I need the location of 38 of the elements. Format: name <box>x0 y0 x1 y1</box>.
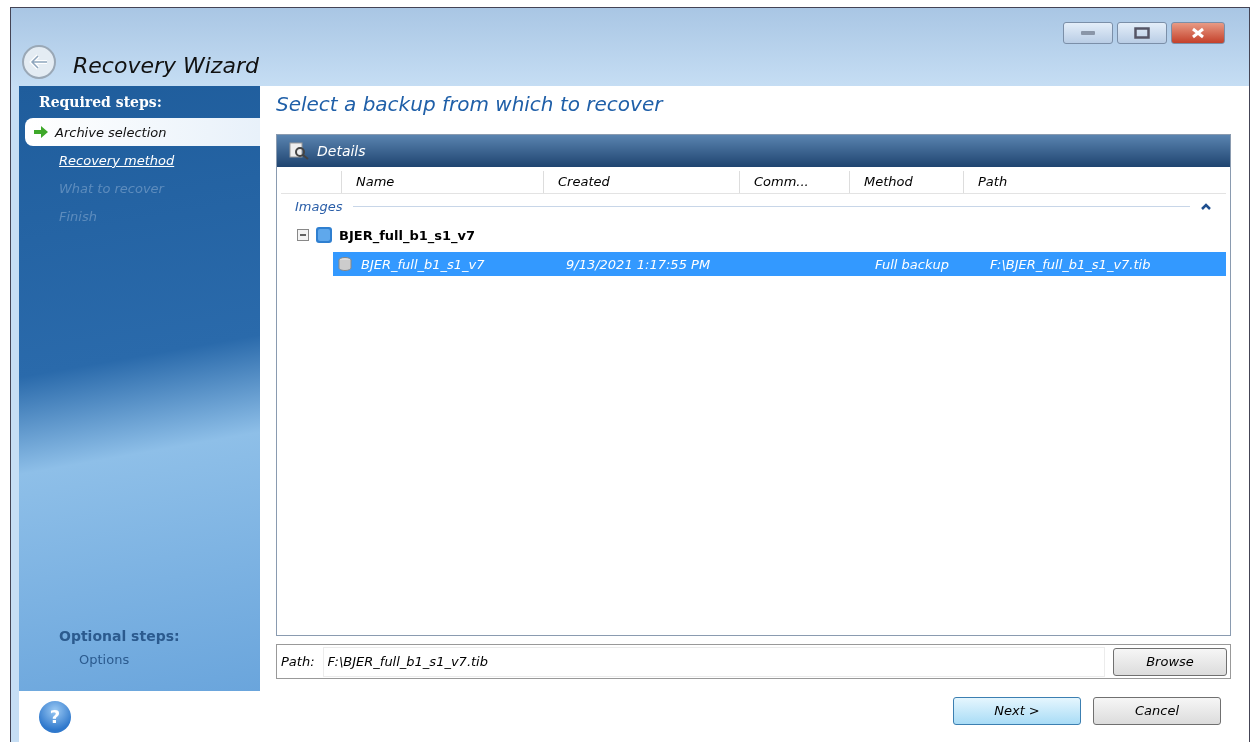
column-header[interactable]: Comm... <box>739 171 849 193</box>
table-cell-text: F:\BJER_full_b1_s1_v7.tib <box>989 256 1152 272</box>
wizard-step: Finish <box>19 202 260 230</box>
column-header[interactable]: Path <box>963 171 1183 193</box>
optional-heading: Optional steps: <box>58 627 181 646</box>
archive-name: BJER_full_b1_s1_v7 <box>339 227 476 243</box>
table-cell-text: BJER_full_b1_s1_v7 <box>360 256 486 272</box>
minimize-button[interactable] <box>1063 22 1113 44</box>
column-header[interactable]: Created <box>543 171 739 193</box>
path-input[interactable]: F:\BJER_full_b1_s1_v7.tib <box>322 646 1105 677</box>
sidebar-heading: Required steps: <box>38 93 163 112</box>
page-title: Select a backup from which to recover <box>276 91 665 118</box>
minimize-icon <box>1080 30 1096 36</box>
archive-icon <box>315 226 333 244</box>
table-cell-text: Full backup <box>874 256 950 272</box>
column-header[interactable]: Method <box>849 171 963 193</box>
tree-toggle-icon[interactable] <box>297 229 309 241</box>
table-cell-text: 9/13/2021 1:17:55 PM <box>565 256 712 272</box>
optional-step: Options <box>19 648 260 671</box>
dialog-button[interactable]: Cancel <box>1093 696 1221 725</box>
close-button[interactable] <box>1171 22 1225 44</box>
column-header[interactable]: Name <box>341 171 543 193</box>
wizard-step: Archive selection <box>25 118 260 146</box>
wizard-step[interactable]: Recovery method <box>19 146 260 174</box>
collapse-chevron-icon[interactable] <box>1200 202 1212 210</box>
magnifier-icon <box>289 142 309 160</box>
wizard-step: What to recover <box>19 174 260 202</box>
window-title: Recovery Wizard <box>73 53 259 78</box>
maximize-icon <box>1134 27 1150 39</box>
arrow-icon <box>33 125 49 139</box>
details-title: Details <box>317 143 366 159</box>
disk-stack-icon <box>337 256 353 272</box>
group-label: Images <box>295 198 343 214</box>
browse-button[interactable]: Browse <box>1113 647 1227 676</box>
close-icon <box>1190 27 1206 39</box>
path-label: Path: <box>281 654 315 669</box>
maximize-button[interactable] <box>1117 22 1167 44</box>
dialog-button[interactable]: Next > <box>953 696 1081 725</box>
